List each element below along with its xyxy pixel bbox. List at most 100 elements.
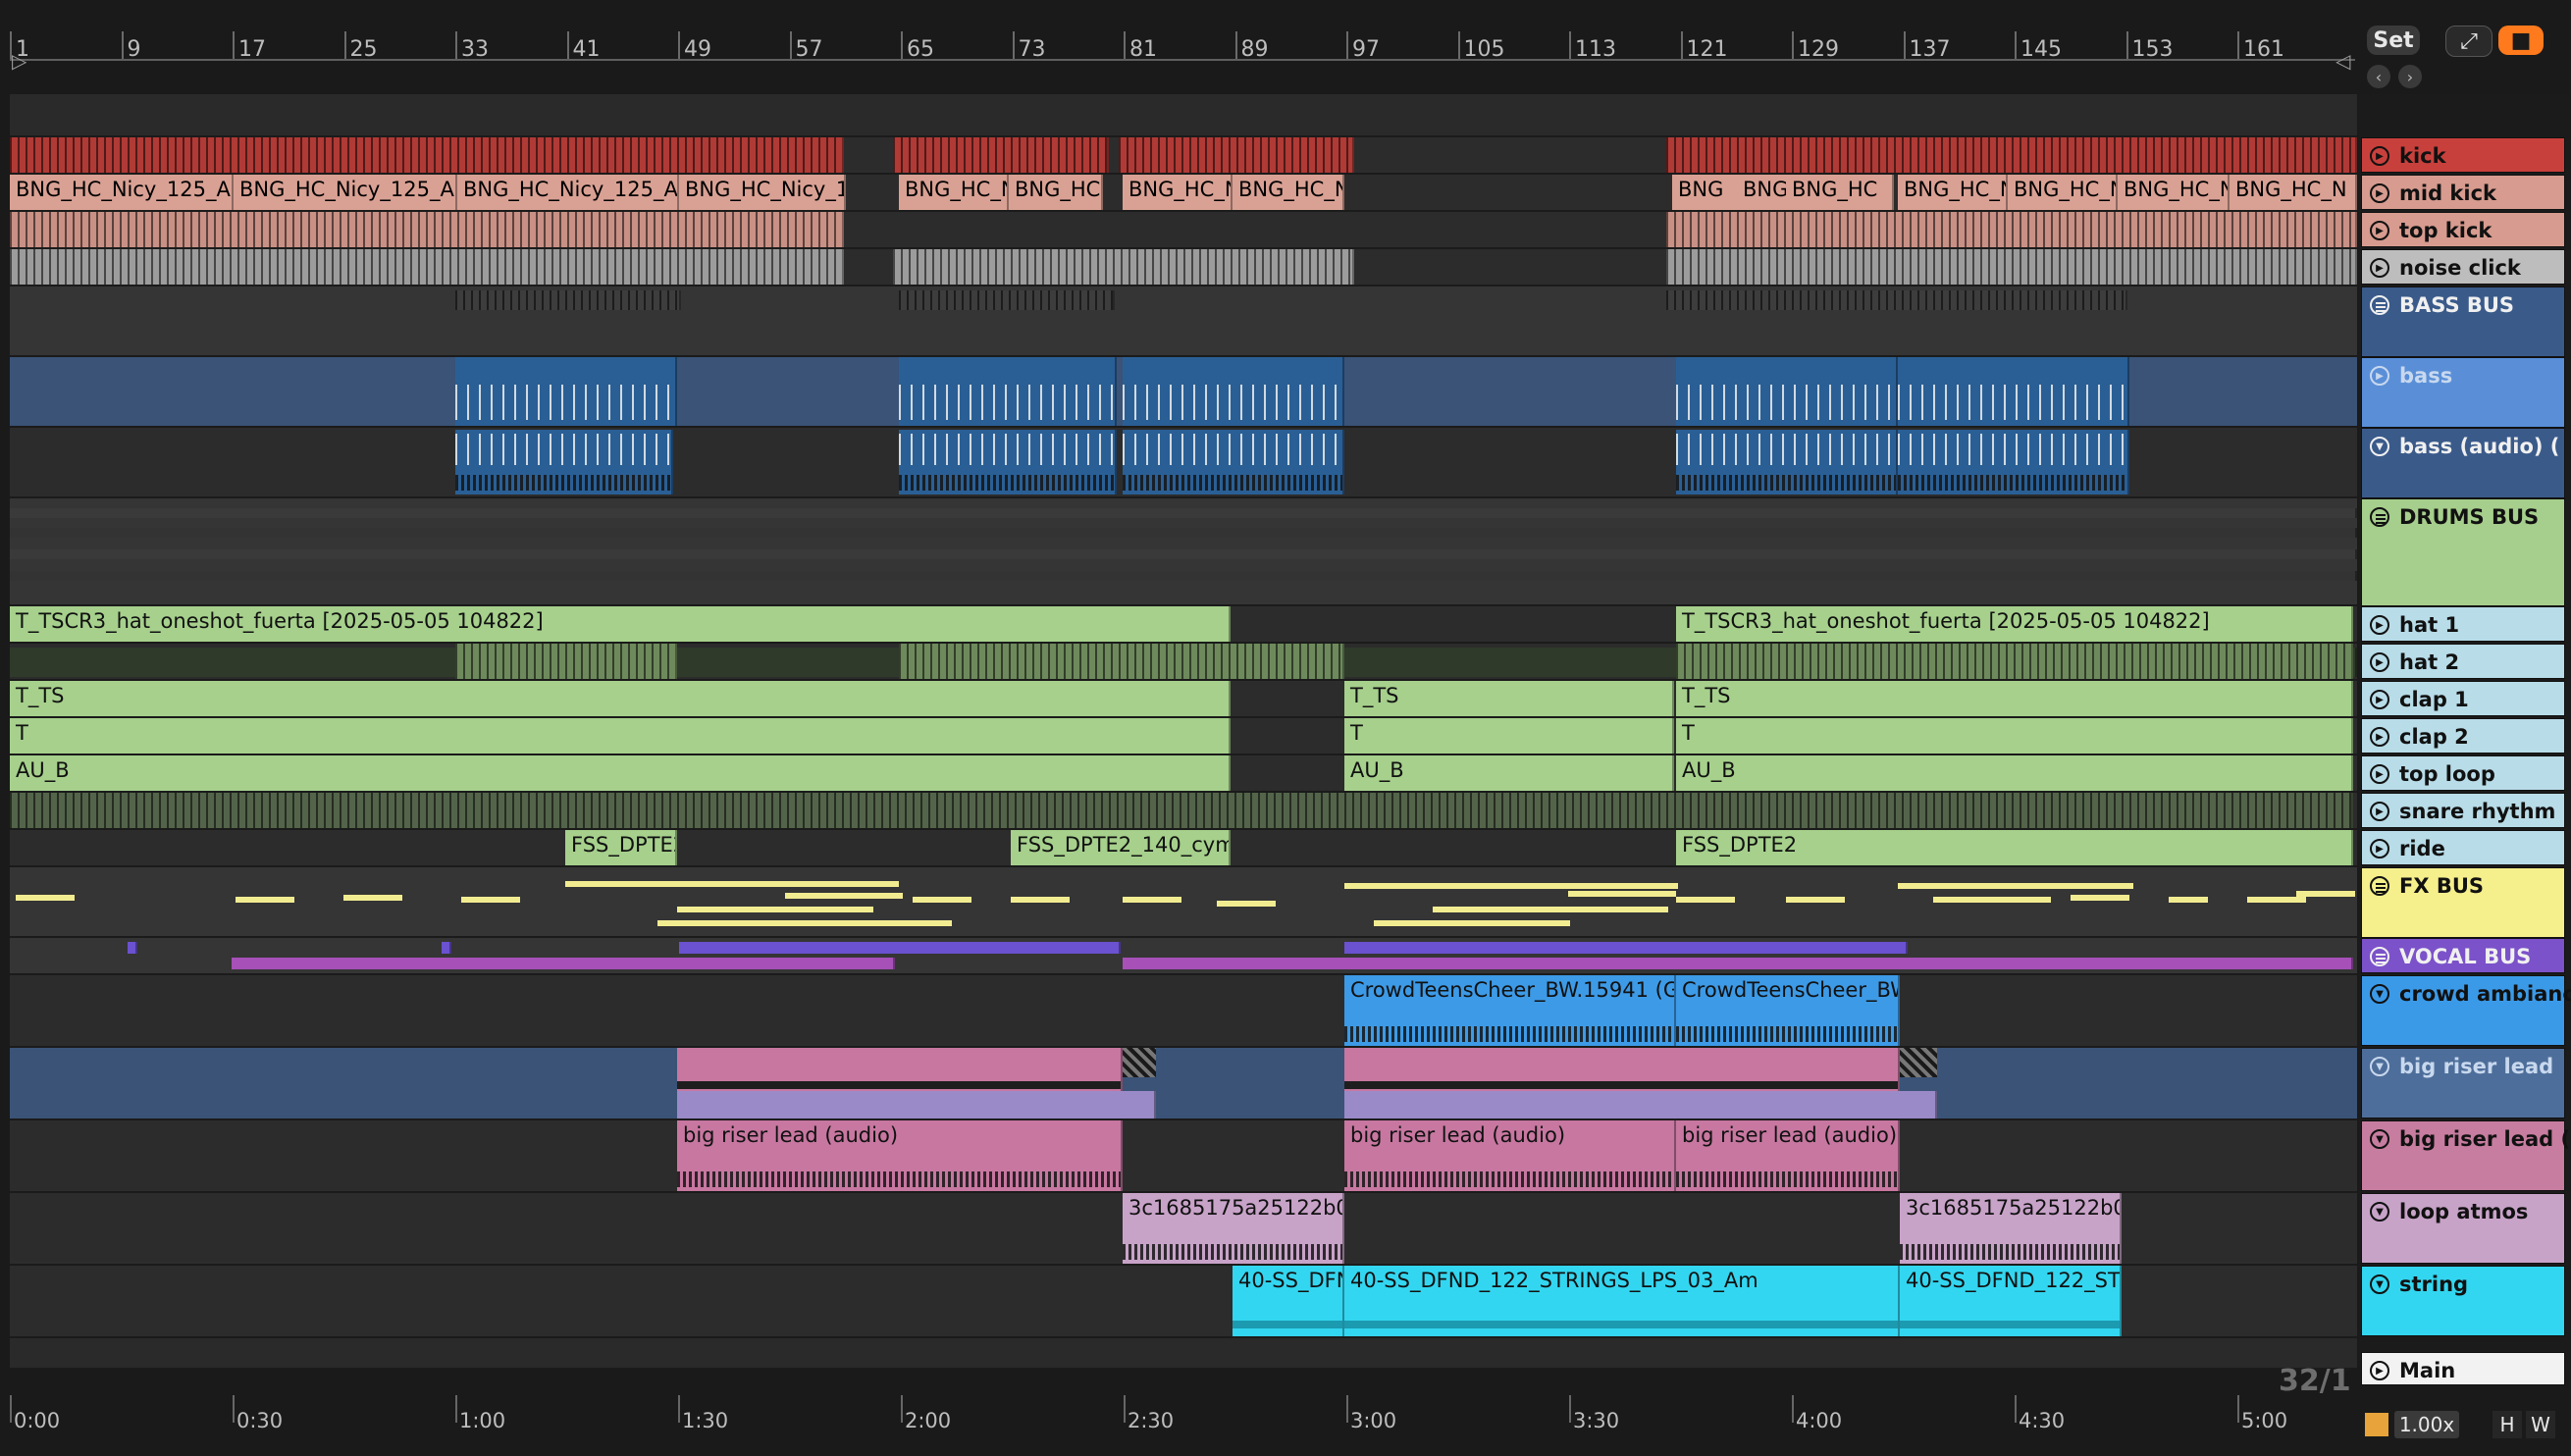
clip-string[interactable]: 40-SS_DFN	[1233, 1266, 1344, 1336]
lane-empty[interactable]	[10, 94, 2357, 137]
track-header[interactable]: ▶ ride	[2361, 830, 2565, 865]
track-header[interactable]: ▼ bass (audio) (	[2361, 428, 2565, 498]
clip-top-kick[interactable]	[10, 212, 844, 247]
clip-kick[interactable]	[1119, 137, 1354, 173]
lane-drums-bus[interactable]	[10, 498, 2357, 606]
clip-string[interactable]: 40-SS_DFND_122_STRINGS_LPS_03_Am	[1344, 1266, 1900, 1336]
play-icon[interactable]: ▶	[2370, 615, 2389, 635]
clip-noise-click[interactable]	[1666, 249, 2357, 285]
clip-clap-2[interactable]: T	[1344, 718, 1674, 754]
track-header[interactable]: ▶ mid kick	[2361, 175, 2565, 210]
clip-ride[interactable]: FSS_DPTE2	[1676, 830, 2353, 865]
lane-top-kick[interactable]	[10, 212, 2357, 249]
clip-ride[interactable]: FSS_DPTE2	[565, 830, 677, 865]
clip-bass-audio[interactable]	[899, 430, 1117, 494]
clip-hat-oneshot[interactable]: T_TSCR3_hat_oneshot_fuerta [2025-05-05 1…	[10, 606, 1231, 642]
play-icon[interactable]: ▶	[2370, 690, 2389, 709]
clip-ride[interactable]: FSS_DPTE2_140_cymb	[1011, 830, 1231, 865]
lane-mid-kick[interactable]: BNG_HC_Nicy_125_Ab BNG_HC_Nicy_125_Ab BN…	[10, 175, 2357, 212]
clip-noise-click[interactable]	[10, 249, 844, 285]
time-ruler[interactable]: 0:00 0:30 1:00 1:30 2:00 2:30 3:00 3:30 4:00 4:30…	[10, 1393, 2357, 1442]
zoom-value[interactable]: 1.00x	[2394, 1411, 2459, 1438]
play-icon[interactable]: ▶	[2370, 1361, 2389, 1380]
clip-hat-2[interactable]	[899, 644, 1344, 679]
clip-bng[interactable]: BNG_HC_N	[2008, 175, 2118, 210]
h-button[interactable]: H	[2492, 1411, 2522, 1438]
track-header[interactable]: ▼ loop atmos	[2361, 1193, 2565, 1264]
clip-bass[interactable]	[899, 357, 1117, 426]
arrow-right-icon[interactable]: ›	[2398, 65, 2422, 88]
clip-clap-1[interactable]: T_TS	[1344, 681, 1674, 716]
arrangement-lanes[interactable]: BNG_HC_Nicy_125_Ab BNG_HC_Nicy_125_Ab BN…	[10, 94, 2357, 1370]
lane-bass-bus[interactable]	[10, 286, 2357, 357]
group-icon[interactable]	[2370, 947, 2389, 966]
clip-bng[interactable]: BNG_HC_N	[1233, 175, 1344, 210]
clip-snare-rhythm[interactable]	[10, 793, 2353, 828]
track-header[interactable]: ▼ big riser lead (a	[2361, 1120, 2571, 1191]
clip-bng[interactable]: BNG_HC	[1009, 175, 1103, 210]
clip-bng[interactable]: BNG_HC_Nicy_125_Ab	[10, 175, 234, 210]
clip-bass[interactable]	[1676, 357, 1898, 426]
clip-top-kick[interactable]	[1666, 212, 2357, 247]
clip-bng[interactable]: BNG_HC_N	[1898, 175, 2008, 210]
expand-arrows-icon[interactable]: ⤢	[2445, 26, 2492, 57]
lane-kick[interactable]	[10, 137, 2357, 175]
track-header[interactable]: BASS BUS	[2361, 286, 2565, 357]
clip-bass[interactable]	[1123, 357, 1344, 426]
lane-clap-2[interactable]: T T T	[10, 718, 2357, 755]
lane-hat-2[interactable]	[10, 644, 2357, 681]
clip-top-loop[interactable]: AU_B	[1676, 755, 2353, 791]
play-icon[interactable]: ▶	[2370, 652, 2389, 672]
bar-ruler[interactable]: 1 9 17 25 33 41 49 57 65 73 81 89 97 105 113 121 129 137 1…	[10, 14, 2355, 75]
lane-bass-audio[interactable]	[10, 428, 2357, 498]
lane-snare-rhythm[interactable]	[10, 793, 2357, 830]
w-button[interactable]: W	[2526, 1411, 2555, 1438]
clip-bng[interactable]: BNG_HC_Nicy_125_Ab	[457, 175, 679, 210]
clip-top-loop[interactable]: AU_B	[1344, 755, 1674, 791]
clip-bass-audio[interactable]	[1898, 430, 2129, 494]
fold-icon[interactable]: ▼	[2370, 1202, 2389, 1222]
lane-ride[interactable]: FSS_DPTE2 FSS_DPTE2_140_cymb FSS_DPTE2	[10, 830, 2357, 867]
lock-icon[interactable]: ■	[2498, 26, 2544, 55]
play-icon[interactable]: ▶	[2370, 764, 2389, 784]
fold-icon[interactable]: ▼	[2370, 437, 2389, 456]
loop-brace[interactable]	[10, 59, 2355, 61]
track-header[interactable]: ▶ top loop	[2361, 755, 2565, 791]
track-header[interactable]: ▶ hat 1	[2361, 606, 2565, 642]
clip-riser-audio[interactable]: big riser lead (audio)	[677, 1120, 1123, 1191]
track-header[interactable]: ▶ Main	[2361, 1352, 2565, 1385]
clip-riser-audio[interactable]: big riser lead (audio)	[1344, 1120, 1676, 1191]
clip-clap-2[interactable]: T	[1676, 718, 2353, 754]
clip-bng[interactable]: BNG_HC_Nicy_125_Ab	[234, 175, 457, 210]
loop-start-icon[interactable]: ▷	[12, 49, 26, 73]
clip-bng[interactable]: BNG_HC_N	[1123, 175, 1233, 210]
track-header[interactable]: ▶ bass	[2361, 357, 2565, 428]
clip-bass[interactable]	[1898, 357, 2129, 426]
fold-icon[interactable]: ▼	[2370, 1274, 2389, 1294]
clip-hat-2[interactable]	[1676, 644, 2353, 679]
clip-kick[interactable]	[10, 137, 844, 173]
track-header[interactable]: FX BUS	[2361, 867, 2565, 938]
clip-bng[interactable]: BNG_HC_N	[2118, 175, 2230, 210]
track-header[interactable]: ▼ big riser lead	[2361, 1048, 2565, 1118]
waveform-icon[interactable]	[2365, 1413, 2388, 1436]
track-header[interactable]: ▶ hat 2	[2361, 644, 2565, 679]
track-header[interactable]: DRUMS BUS	[2361, 498, 2565, 606]
clip-string[interactable]: 40-SS_DFND_122_STR	[1900, 1266, 2122, 1336]
clip-clap-1[interactable]: T_TS	[10, 681, 1231, 716]
clip-loop-atmos[interactable]: 3c1685175a25122b049	[1123, 1193, 1344, 1264]
clip-bass-audio[interactable]	[1123, 430, 1344, 494]
play-icon[interactable]: ▶	[2370, 221, 2389, 240]
clip-hat-2[interactable]	[455, 644, 677, 679]
clip-riser-audio[interactable]: big riser lead (audio)	[1676, 1120, 1900, 1191]
lane-noise-click[interactable]	[10, 249, 2357, 286]
track-header[interactable]: ▼ string	[2361, 1266, 2565, 1336]
track-header[interactable]: ▶ noise click	[2361, 249, 2565, 285]
fold-icon[interactable]: ▼	[2370, 984, 2389, 1004]
play-icon[interactable]: ▶	[2370, 183, 2389, 203]
track-header[interactable]: VOCAL BUS	[2361, 938, 2565, 973]
clip-kick[interactable]	[893, 137, 1109, 173]
group-icon[interactable]	[2370, 507, 2389, 527]
lane-top-loop[interactable]: AU_B AU_B AU_B	[10, 755, 2357, 793]
lane-crowd-ambiance[interactable]: CrowdTeensCheer_BW.15941 (Gel CrowdTeens…	[10, 975, 2357, 1048]
